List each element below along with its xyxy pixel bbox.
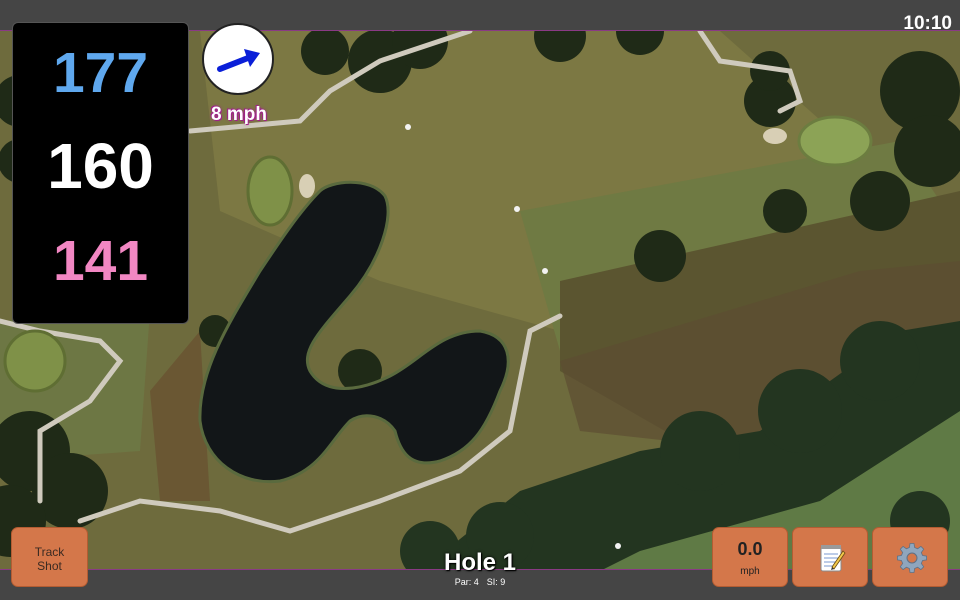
speed-button[interactable]: 0.0 mph xyxy=(712,527,788,587)
hole-meta: Par: 4 SI: 9 xyxy=(380,577,580,587)
settings-button[interactable] xyxy=(872,527,948,587)
speed-value: 0.0 xyxy=(737,539,763,559)
arrow-up-right-icon xyxy=(217,49,260,72)
wind-speed: 8 mph xyxy=(211,104,267,125)
notepad-icon xyxy=(820,545,846,572)
wind-direction-dial xyxy=(202,23,274,95)
distance-panel: 177 160 141 xyxy=(12,22,189,324)
track-shot-button[interactable]: Track Shot xyxy=(11,527,88,587)
notes-button[interactable] xyxy=(792,527,868,587)
distance-back: 177 xyxy=(52,41,149,105)
speed-unit: mph xyxy=(740,566,760,577)
hole-title: Hole 1 xyxy=(443,549,517,576)
gear-icon xyxy=(897,543,927,573)
distance-front: 141 xyxy=(52,229,149,293)
track-shot-label: Track Shot xyxy=(34,545,65,573)
hole-par: Par: 4 xyxy=(454,577,479,587)
hole-si: SI: 9 xyxy=(486,577,506,587)
distance-middle: 160 xyxy=(47,130,154,202)
